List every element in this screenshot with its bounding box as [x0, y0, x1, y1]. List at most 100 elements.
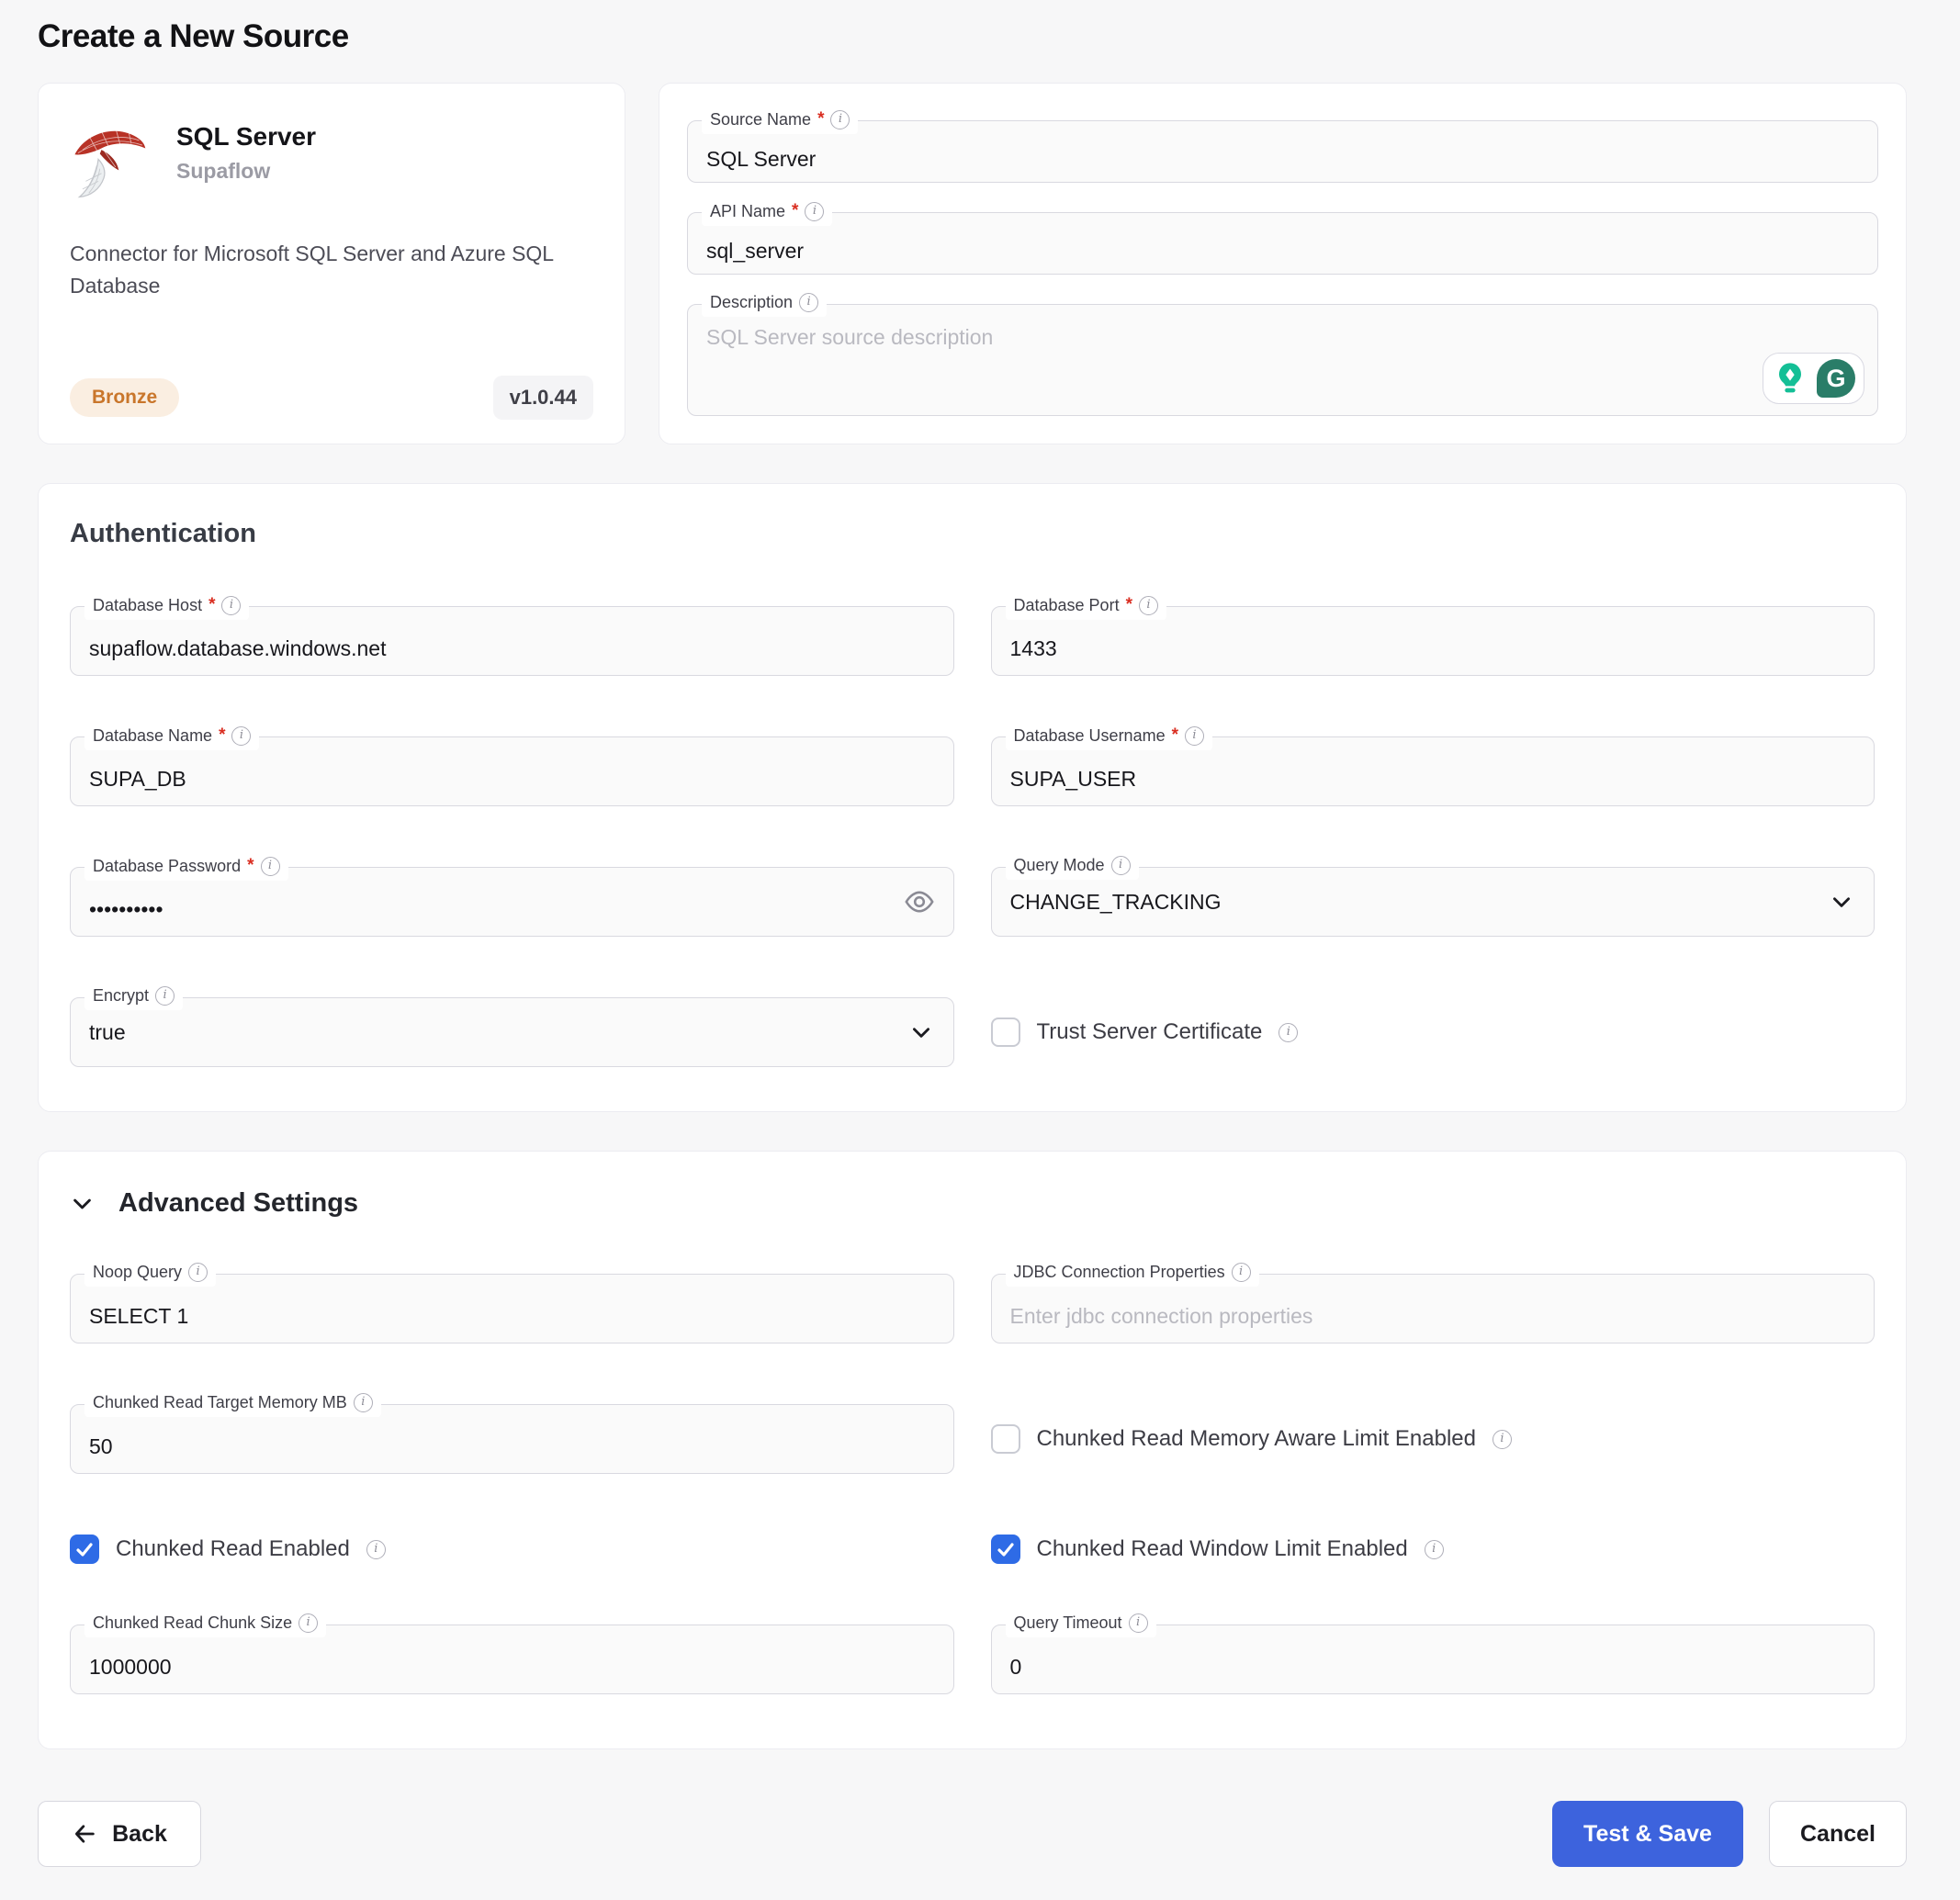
source-form-card: Source Name * i API Name * i Description… [659, 83, 1907, 444]
tier-badge: Bronze [70, 378, 179, 417]
database-username-label: Database Username [1014, 726, 1166, 746]
info-icon[interactable]: i [1232, 1263, 1251, 1282]
required-asterisk: * [247, 856, 253, 876]
chunked-read-target-memory-label: Chunked Read Target Memory MB [93, 1393, 347, 1412]
grammarly-logo-icon[interactable]: G [1817, 359, 1855, 398]
chunked-read-memory-aware-checkbox[interactable] [991, 1424, 1020, 1454]
encrypt-label: Encrypt [93, 986, 149, 1006]
chunked-read-window-limit-row: Chunked Read Window Limit Enabled i [991, 1535, 1444, 1564]
chunked-read-memory-aware-row: Chunked Read Memory Aware Limit Enabled … [991, 1424, 1512, 1454]
jdbc-connection-properties-label: JDBC Connection Properties [1014, 1263, 1225, 1282]
create-source-page: Create a New Source [0, 0, 1960, 1900]
page-title: Create a New Source [38, 18, 1907, 55]
info-icon[interactable]: i [1185, 726, 1204, 746]
api-name-field: API Name * i [687, 212, 1878, 275]
chunked-read-window-limit-label: Chunked Read Window Limit Enabled [1037, 1536, 1408, 1562]
connector-description: Connector for Microsoft SQL Server and A… [70, 238, 584, 301]
connector-card: SQL Server Supaflow Connector for Micros… [38, 83, 625, 444]
info-icon[interactable]: i [799, 293, 818, 312]
info-icon[interactable]: i [261, 857, 280, 876]
version-badge: v1.0.44 [493, 376, 593, 420]
required-asterisk: * [792, 201, 798, 221]
info-icon[interactable]: i [1425, 1540, 1444, 1559]
back-button[interactable]: Back [38, 1801, 201, 1867]
noop-query-field: Noop Query i [70, 1274, 954, 1343]
info-icon[interactable]: i [1139, 596, 1158, 615]
info-icon[interactable]: i [366, 1540, 386, 1559]
info-icon[interactable]: i [1493, 1430, 1512, 1449]
footer-actions: Back Test & Save Cancel [38, 1801, 1907, 1882]
test-save-button[interactable]: Test & Save [1552, 1801, 1743, 1867]
query-timeout-field: Query Timeout i [991, 1625, 1876, 1694]
show-password-button[interactable] [904, 886, 935, 917]
query-mode-select[interactable]: Query Mode i CHANGE_TRACKING [991, 867, 1876, 937]
database-password-field: Database Password * i [70, 867, 954, 937]
authentication-section: Authentication Database Host * i Databas… [38, 483, 1907, 1112]
api-name-input[interactable] [688, 213, 1877, 274]
chunked-read-enabled-label: Chunked Read Enabled [116, 1536, 350, 1562]
database-username-field: Database Username * i [991, 736, 1876, 806]
advanced-settings-toggle[interactable]: Advanced Settings [70, 1188, 1875, 1219]
info-icon[interactable]: i [221, 596, 241, 615]
info-icon[interactable]: i [299, 1613, 318, 1633]
encrypt-select[interactable]: Encrypt i true [70, 997, 954, 1067]
arrow-left-icon [72, 1821, 97, 1847]
info-icon[interactable]: i [188, 1263, 208, 1282]
back-button-label: Back [112, 1821, 167, 1848]
info-icon[interactable]: i [1279, 1023, 1298, 1042]
trust-server-certificate-checkbox[interactable] [991, 1017, 1020, 1047]
source-name-label: Source Name [710, 110, 811, 129]
suggestion-bulb-icon[interactable] [1772, 360, 1808, 397]
connector-vendor: Supaflow [176, 159, 316, 184]
api-name-label: API Name [710, 202, 785, 221]
info-icon[interactable]: i [1111, 856, 1131, 875]
chevron-down-icon [1830, 890, 1853, 914]
database-password-label: Database Password [93, 857, 241, 876]
description-input[interactable] [688, 305, 1877, 415]
connector-name: SQL Server [176, 122, 316, 152]
jdbc-connection-properties-field: JDBC Connection Properties i [991, 1274, 1876, 1343]
info-icon[interactable]: i [155, 986, 175, 1006]
database-host-field: Database Host * i [70, 606, 954, 676]
info-icon[interactable]: i [1129, 1613, 1148, 1633]
advanced-settings-section: Advanced Settings Noop Query i JDBC Conn… [38, 1151, 1907, 1749]
sql-server-logo-icon [70, 118, 149, 205]
chunked-read-target-memory-field: Chunked Read Target Memory MB i [70, 1404, 954, 1474]
description-field: Description i G [687, 304, 1878, 416]
database-name-field: Database Name * i [70, 736, 954, 806]
chunked-read-memory-aware-label: Chunked Read Memory Aware Limit Enabled [1037, 1426, 1476, 1452]
grammarly-widget: G [1763, 353, 1864, 404]
authentication-heading: Authentication [70, 519, 1875, 549]
chunked-read-enabled-checkbox[interactable] [70, 1535, 99, 1564]
encrypt-value: true [89, 1020, 126, 1045]
info-icon[interactable]: i [354, 1393, 373, 1412]
query-mode-value: CHANGE_TRACKING [1010, 890, 1222, 915]
check-icon [995, 1538, 1017, 1560]
noop-query-label: Noop Query [93, 1263, 182, 1282]
required-asterisk: * [1172, 725, 1178, 746]
info-icon[interactable]: i [805, 202, 824, 221]
required-asterisk: * [1126, 595, 1132, 615]
database-name-label: Database Name [93, 726, 212, 746]
info-icon[interactable]: i [231, 726, 251, 746]
trust-server-certificate-label: Trust Server Certificate [1037, 1019, 1263, 1045]
database-port-field: Database Port * i [991, 606, 1876, 676]
chunked-read-window-limit-checkbox[interactable] [991, 1535, 1020, 1564]
cancel-button[interactable]: Cancel [1769, 1801, 1907, 1867]
source-name-input[interactable] [688, 121, 1877, 182]
query-timeout-label: Query Timeout [1014, 1613, 1122, 1633]
chunked-read-chunk-size-field: Chunked Read Chunk Size i [70, 1625, 954, 1694]
description-label: Description [710, 293, 793, 312]
database-port-label: Database Port [1014, 596, 1120, 615]
eye-icon [904, 886, 935, 917]
chevron-down-icon [70, 1191, 95, 1216]
chunked-read-enabled-row: Chunked Read Enabled i [70, 1535, 386, 1564]
source-name-field: Source Name * i [687, 120, 1878, 183]
chunked-read-chunk-size-label: Chunked Read Chunk Size [93, 1613, 292, 1633]
chevron-down-icon [909, 1020, 933, 1044]
required-asterisk: * [208, 595, 215, 615]
top-row: SQL Server Supaflow Connector for Micros… [38, 83, 1907, 444]
trust-server-certificate-row: Trust Server Certificate i [991, 1017, 1299, 1047]
advanced-settings-heading: Advanced Settings [118, 1188, 358, 1219]
info-icon[interactable]: i [830, 110, 850, 129]
